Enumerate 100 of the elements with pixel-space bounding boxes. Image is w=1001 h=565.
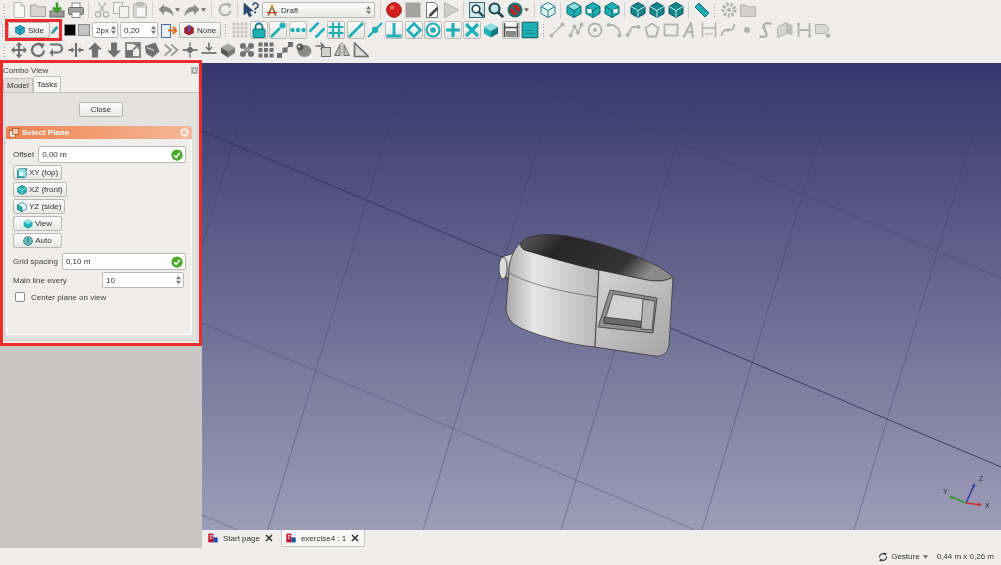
toggle-button[interactable] xyxy=(521,21,540,39)
printer-icon[interactable] xyxy=(67,2,84,18)
save-icon[interactable] xyxy=(48,2,65,18)
plane-button[interactable]: View xyxy=(13,216,62,231)
redo-icon[interactable] xyxy=(183,2,200,18)
triangle-icon[interactable] xyxy=(352,42,369,58)
sheep-icon[interactable] xyxy=(295,42,312,58)
3d-model-drawing[interactable] xyxy=(498,234,674,357)
clipboard-icon[interactable] xyxy=(131,2,148,18)
cube-icon[interactable] xyxy=(603,2,620,18)
record-icon[interactable] xyxy=(385,2,402,18)
swatch-icon[interactable] xyxy=(78,24,90,36)
document-tab[interactable]: Start page xyxy=(203,530,279,547)
toggle-button[interactable] xyxy=(424,21,443,39)
spinbox[interactable]: 10 xyxy=(102,272,184,288)
label-icon[interactable] xyxy=(815,22,832,38)
help-pointer-icon[interactable] xyxy=(242,2,259,18)
viewport-background[interactable] xyxy=(202,63,1001,530)
hook-arrow-icon[interactable] xyxy=(48,42,65,58)
document-tab[interactable]: exercise4 : 1 xyxy=(280,530,366,547)
spin-arrows-icon[interactable] xyxy=(366,5,371,15)
panel-tab[interactable]: Tasks xyxy=(32,76,62,92)
refresh-icon[interactable] xyxy=(216,2,233,18)
up-arrow-icon[interactable] xyxy=(86,42,103,58)
zigzag-icon[interactable] xyxy=(162,42,179,58)
arrow-icon[interactable] xyxy=(160,22,177,38)
collapse-icon[interactable] xyxy=(180,128,189,137)
split-icon[interactable] xyxy=(181,42,198,58)
cog-icon[interactable] xyxy=(720,2,737,18)
spline-icon[interactable] xyxy=(720,22,737,38)
caret-icon[interactable] xyxy=(175,8,180,12)
toggle-button[interactable] xyxy=(462,21,481,39)
workbench-dropdown[interactable]: Draft xyxy=(262,2,375,18)
toggle-button[interactable] xyxy=(346,21,365,39)
toggle-button[interactable] xyxy=(501,21,520,39)
toolbar-handle[interactable] xyxy=(3,3,6,17)
swatch-icon[interactable] xyxy=(64,24,76,36)
toggle-button[interactable] xyxy=(288,21,307,39)
toggle-button[interactable] xyxy=(269,21,288,39)
toolbar-handle[interactable] xyxy=(1,23,4,37)
panel-tab[interactable]: Model xyxy=(3,78,33,92)
line-dot-icon[interactable] xyxy=(367,22,384,38)
toolbar-handle[interactable] xyxy=(224,23,228,37)
ruler-icon[interactable] xyxy=(693,2,710,18)
plane-button[interactable]: YZ (side) xyxy=(13,199,66,214)
spin-arrows-icon[interactable] xyxy=(176,275,181,285)
font-size-spinbox[interactable]: 0,20 xyxy=(120,22,158,38)
plane-button[interactable]: Auto xyxy=(13,233,62,248)
plane-button[interactable]: XY (top) xyxy=(13,165,63,180)
close-icon[interactable] xyxy=(351,534,360,542)
layers-icon[interactable] xyxy=(219,42,236,58)
cube-icon[interactable] xyxy=(667,2,684,18)
line-width-spinbox[interactable]: 2px xyxy=(92,22,118,38)
navigation-dropdown[interactable]: Gesture xyxy=(878,551,928,562)
cube-icon[interactable] xyxy=(648,2,665,18)
toggle-button[interactable] xyxy=(327,21,346,39)
dots-path-icon[interactable] xyxy=(276,42,293,58)
caret-icon[interactable] xyxy=(524,8,529,12)
checkbox[interactable] xyxy=(15,292,25,302)
folder-icon[interactable] xyxy=(29,2,46,18)
zoom-icon[interactable] xyxy=(487,2,504,18)
s-curve-icon[interactable] xyxy=(758,22,775,38)
h-frame-icon[interactable] xyxy=(796,22,813,38)
zoom-fit-icon[interactable] xyxy=(468,2,485,18)
cube-icon[interactable] xyxy=(483,22,500,38)
cube-icon[interactable] xyxy=(565,2,582,18)
toggle-button[interactable] xyxy=(443,21,462,39)
copy-icon[interactable] xyxy=(112,2,129,18)
input-field[interactable]: 0,00 m xyxy=(38,146,186,163)
caret-icon[interactable] xyxy=(922,554,928,559)
toolbar-handle[interactable] xyxy=(541,23,545,37)
input-field[interactable]: 0,10 m xyxy=(61,253,186,270)
circle-cluster-icon[interactable] xyxy=(238,42,255,58)
group-button[interactable]: None xyxy=(179,22,222,38)
folder-icon[interactable] xyxy=(739,2,756,18)
undock-icon[interactable] xyxy=(191,66,198,74)
mirror-icon[interactable] xyxy=(333,42,350,58)
edit-icon[interactable] xyxy=(423,2,440,18)
scissors-icon[interactable] xyxy=(93,2,110,18)
toolbar-handle[interactable] xyxy=(3,43,6,57)
panel-icon[interactable] xyxy=(777,22,794,38)
toggle-button[interactable] xyxy=(249,21,268,39)
new-document-icon[interactable] xyxy=(10,2,27,18)
toggle-button[interactable] xyxy=(404,21,423,39)
grid-icon[interactable] xyxy=(257,42,274,58)
plane-button[interactable]: XZ (front) xyxy=(13,182,67,197)
down-arrow-icon[interactable] xyxy=(105,42,122,58)
scale-icon[interactable] xyxy=(124,42,141,58)
undo-icon[interactable] xyxy=(157,2,174,18)
close-button[interactable]: Close xyxy=(79,102,123,117)
rotate-icon[interactable] xyxy=(29,42,46,58)
no-entry-icon[interactable] xyxy=(506,2,523,18)
caret-icon[interactable] xyxy=(201,8,206,12)
cube-icon[interactable] xyxy=(584,2,601,18)
toggle-button[interactable] xyxy=(385,21,404,39)
pencil-icon[interactable] xyxy=(51,26,59,34)
close-icon[interactable] xyxy=(264,534,273,542)
spin-arrows-icon[interactable] xyxy=(111,25,116,35)
cube-icon[interactable] xyxy=(629,2,646,18)
shape-icon[interactable] xyxy=(143,42,160,58)
